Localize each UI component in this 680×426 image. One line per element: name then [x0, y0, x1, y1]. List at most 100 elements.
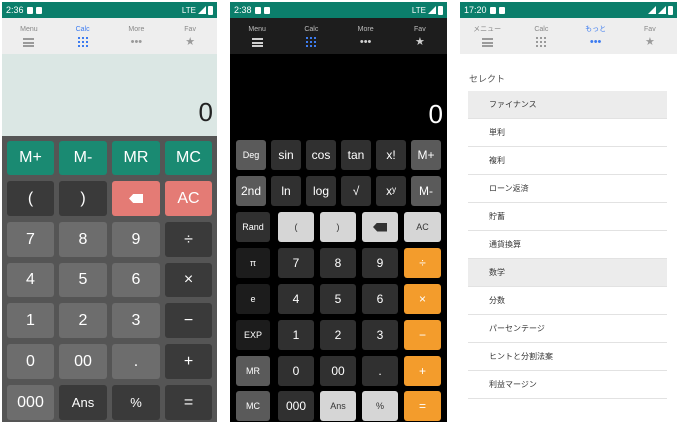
tab-fav[interactable]: Fav ★ — [623, 18, 677, 54]
tab-more[interactable]: More ••• — [339, 18, 393, 54]
cos-key[interactable]: cos — [306, 140, 336, 170]
status-time: 2:38 — [234, 5, 252, 15]
list-item-savings[interactable]: 貯蓄 — [468, 203, 667, 231]
decimal-key[interactable]: . — [362, 356, 398, 386]
mminus-key[interactable]: M- — [411, 176, 441, 206]
ans-key[interactable]: Ans — [59, 385, 107, 420]
digit-5-key[interactable]: 5 — [59, 263, 107, 297]
list-item-percentage[interactable]: パーセンテージ — [468, 315, 667, 343]
mr-key[interactable]: MR — [112, 141, 160, 175]
tab-fav[interactable]: Fav ★ — [163, 18, 217, 54]
list-item-currency-conversion[interactable]: 通貨換算 — [468, 231, 667, 259]
percent-key[interactable]: % — [362, 391, 398, 421]
double-zero-key[interactable]: 00 — [320, 356, 356, 386]
list-item-profit-margin[interactable]: 利益マージン — [468, 371, 667, 399]
mc-key[interactable]: MC — [236, 391, 270, 421]
divide-key[interactable]: ÷ — [165, 222, 212, 257]
digit-9-key[interactable]: 9 — [362, 248, 398, 278]
digit-1-key[interactable]: 1 — [278, 320, 314, 350]
tab-menu[interactable]: メニュー — [460, 18, 514, 54]
mplus-key[interactable]: M+ — [411, 140, 441, 170]
digit-3-key[interactable]: 3 — [362, 320, 398, 350]
tab-menu[interactable]: Menu — [230, 18, 284, 54]
digit-5-key[interactable]: 5 — [320, 284, 356, 314]
tab-fav[interactable]: Fav ★ — [393, 18, 447, 54]
digit-7-key[interactable]: 7 — [278, 248, 314, 278]
digit-6-key[interactable]: 6 — [112, 263, 160, 297]
tab-more[interactable]: More ••• — [110, 18, 164, 54]
list-item-simple-interest[interactable]: 単利 — [468, 119, 667, 147]
tab-menu[interactable]: Menu — [2, 18, 56, 54]
rparen-key[interactable]: ) — [59, 181, 107, 216]
backspace-key[interactable] — [362, 212, 398, 242]
decimal-key[interactable]: . — [112, 344, 160, 379]
second-key[interactable]: 2nd — [236, 176, 266, 206]
triple-zero-key[interactable]: 000 — [278, 391, 314, 421]
minus-key[interactable]: − — [165, 303, 212, 338]
tan-key[interactable]: tan — [341, 140, 371, 170]
percent-key[interactable]: % — [112, 385, 160, 420]
list-item-finance[interactable]: ファイナンス — [468, 91, 667, 119]
sqrt-key[interactable]: √ — [341, 176, 371, 206]
calculator-display: 0 — [2, 54, 217, 136]
factorial-key[interactable]: x! — [376, 140, 406, 170]
mminus-key[interactable]: M- — [59, 141, 107, 175]
digit-8-key[interactable]: 8 — [320, 248, 356, 278]
list-item-fractions[interactable]: 分数 — [468, 287, 667, 315]
log-key[interactable]: log — [306, 176, 336, 206]
tab-calc[interactable]: Calc — [284, 18, 338, 54]
mc-key[interactable]: MC — [165, 141, 212, 175]
list-item-math[interactable]: 数学 — [468, 259, 667, 287]
network-type: LTE — [181, 5, 196, 15]
backspace-icon — [373, 222, 387, 232]
minus-key[interactable]: − — [404, 320, 441, 350]
exp-key[interactable]: EXP — [236, 320, 270, 350]
sin-key[interactable]: sin — [271, 140, 301, 170]
menu-icon — [23, 37, 35, 47]
select-list: ファイナンス 単利 複利 ローン返済 貯蓄 通貨換算 数学 分数 パーセンテージ… — [468, 91, 667, 399]
tab-more[interactable]: もっと ••• — [569, 18, 623, 54]
ac-key[interactable]: AC — [404, 212, 441, 242]
e-key[interactable]: e — [236, 284, 270, 314]
list-item-tip-split[interactable]: ヒントと分割法案 — [468, 343, 667, 371]
ans-key[interactable]: Ans — [320, 391, 356, 421]
rparen-key[interactable]: ) — [320, 212, 356, 242]
mr-key[interactable]: MR — [236, 356, 270, 386]
digit-7-key[interactable]: 7 — [7, 222, 54, 257]
lparen-key[interactable]: ( — [278, 212, 314, 242]
power-key[interactable]: xʸ — [376, 176, 406, 206]
equals-key[interactable]: = — [165, 385, 212, 420]
digit-9-key[interactable]: 9 — [112, 222, 160, 257]
mplus-key[interactable]: M+ — [7, 141, 54, 175]
list-item-compound-interest[interactable]: 複利 — [468, 147, 667, 175]
digit-0-key[interactable]: 0 — [7, 344, 54, 379]
backspace-key[interactable] — [112, 181, 160, 216]
deg-key[interactable]: Deg — [236, 140, 266, 170]
list-item-loan-repayment[interactable]: ローン返済 — [468, 175, 667, 203]
tab-calc[interactable]: Calc — [514, 18, 568, 54]
divide-key[interactable]: ÷ — [404, 248, 441, 278]
digit-2-key[interactable]: 2 — [59, 303, 107, 338]
plus-key[interactable]: + — [404, 356, 441, 386]
rand-key[interactable]: Rand — [236, 212, 270, 242]
digit-4-key[interactable]: 4 — [278, 284, 314, 314]
ac-key[interactable]: AC — [165, 181, 212, 216]
plus-key[interactable]: + — [165, 344, 212, 379]
tab-label: Menu — [20, 26, 38, 33]
equals-key[interactable]: = — [404, 391, 441, 421]
tab-calc[interactable]: Calc — [56, 18, 110, 54]
digit-4-key[interactable]: 4 — [7, 263, 54, 297]
digit-8-key[interactable]: 8 — [59, 222, 107, 257]
multiply-key[interactable]: × — [404, 284, 441, 314]
lparen-key[interactable]: ( — [7, 181, 54, 216]
digit-2-key[interactable]: 2 — [320, 320, 356, 350]
ln-key[interactable]: ln — [271, 176, 301, 206]
digit-0-key[interactable]: 0 — [278, 356, 314, 386]
double-zero-key[interactable]: 00 — [59, 344, 107, 379]
multiply-key[interactable]: × — [165, 263, 212, 297]
pi-key[interactable]: π — [236, 248, 270, 278]
triple-zero-key[interactable]: 000 — [7, 385, 54, 420]
digit-6-key[interactable]: 6 — [362, 284, 398, 314]
digit-3-key[interactable]: 3 — [112, 303, 160, 338]
digit-1-key[interactable]: 1 — [7, 303, 54, 338]
